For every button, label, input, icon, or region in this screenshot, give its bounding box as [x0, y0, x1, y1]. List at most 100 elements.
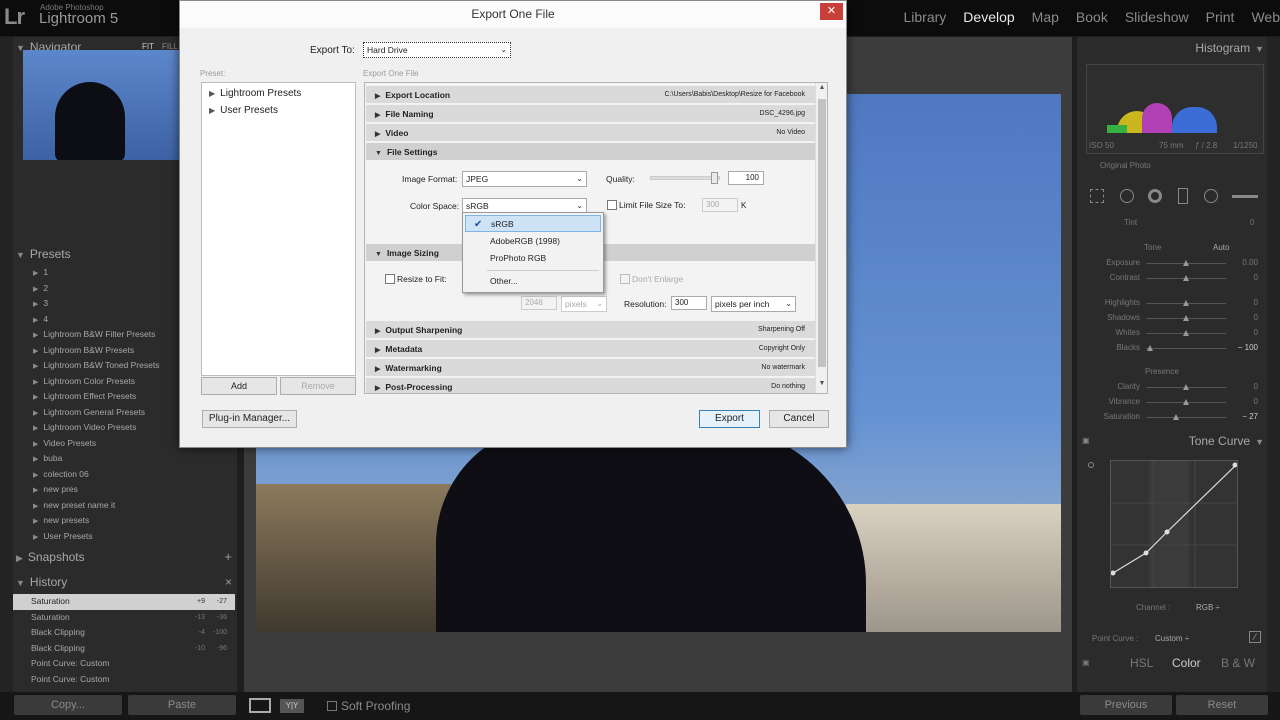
section-video[interactable]: ▶ Video No Video	[366, 124, 815, 142]
whites-slider[interactable]: Whites 0	[1088, 328, 1260, 340]
export-button[interactable]: Export	[699, 410, 760, 428]
radial-filter-icon[interactable]	[1204, 189, 1218, 203]
slider-knob[interactable]	[710, 172, 718, 184]
spot-removal-icon[interactable]	[1120, 189, 1134, 203]
clarity-slider[interactable]: Clarity 0	[1088, 382, 1260, 394]
slider-knob[interactable]	[1147, 345, 1153, 351]
curve-point[interactable]	[1143, 550, 1149, 556]
curve-point[interactable]	[1164, 529, 1170, 535]
slider-knob[interactable]	[1173, 414, 1179, 420]
compare-view-icon[interactable]: Y|Y	[280, 699, 304, 713]
module-slideshow[interactable]: Slideshow	[1125, 9, 1189, 25]
soft-proofing-checkbox[interactable]	[327, 701, 337, 711]
preset-folder[interactable]: ▶ new preset name it	[13, 498, 237, 514]
scroll-down-icon[interactable]: ▼	[816, 380, 828, 392]
clear-history-icon[interactable]: ×	[225, 571, 232, 593]
slider-knob[interactable]	[1183, 275, 1189, 281]
scroll-thumb[interactable]	[818, 99, 826, 367]
preset-folder[interactable]: ▶ new pres	[13, 482, 237, 498]
curve-edit-icon[interactable]: ⁄	[1249, 631, 1261, 643]
resolution-input[interactable]: 300	[671, 296, 707, 310]
tint-value[interactable]: 0	[1250, 218, 1254, 227]
history-item[interactable]: Point Curve: Custom	[13, 672, 235, 688]
previous-button[interactable]: Previous	[1080, 695, 1172, 715]
history-item[interactable]: Saturation -13 -36	[13, 610, 235, 626]
module-print[interactable]: Print	[1206, 9, 1235, 25]
slider-knob[interactable]	[1183, 300, 1189, 306]
vibrance-slider[interactable]: Vibrance 0	[1088, 397, 1260, 409]
slider-knob[interactable]	[1183, 399, 1189, 405]
red-eye-icon[interactable]	[1148, 189, 1162, 203]
export-to-select[interactable]: Hard Drive ⌄	[363, 42, 511, 58]
contrast-slider[interactable]: Contrast 0	[1088, 273, 1260, 285]
panel-switch-icon[interactable]: ▣	[1082, 658, 1090, 667]
tab-color[interactable]: Color	[1172, 656, 1201, 670]
adjustment-brush-icon[interactable]	[1232, 195, 1258, 198]
histogram-header[interactable]: Histogram ▼	[1180, 37, 1264, 59]
cancel-button[interactable]: Cancel	[769, 410, 829, 428]
menu-item-prophoto[interactable]: ProPhoto RGB	[465, 250, 601, 267]
quality-input[interactable]: 100	[728, 171, 764, 185]
close-icon[interactable]: ✕	[820, 3, 843, 20]
image-format-select[interactable]: JPEG ⌄	[462, 171, 587, 187]
tab-hsl[interactable]: HSL	[1130, 656, 1153, 670]
module-web[interactable]: Web	[1251, 9, 1280, 25]
target-adjust-icon[interactable]	[1088, 462, 1094, 468]
resolution-unit-select[interactable]: pixels per inch ⌄	[711, 296, 796, 312]
history-header[interactable]: ▼ History ×	[16, 571, 236, 593]
menu-item-other[interactable]: Other...	[465, 273, 601, 290]
blacks-slider[interactable]: Blacks − 100	[1088, 343, 1260, 355]
paste-button[interactable]: Paste	[128, 695, 236, 715]
history-item[interactable]: Point Curve: Custom	[13, 656, 235, 672]
reset-button[interactable]: Reset	[1176, 695, 1268, 715]
preset-folder[interactable]: ▶ buba	[13, 451, 237, 467]
channel-select[interactable]: RGB ÷	[1196, 603, 1220, 612]
copy-button[interactable]: Copy...	[14, 695, 122, 715]
long-edge-input[interactable]: 2048	[521, 296, 557, 310]
module-develop[interactable]: Develop	[963, 9, 1014, 25]
saturation-slider[interactable]: Saturation − 27	[1088, 412, 1260, 424]
add-preset-button[interactable]: Add	[201, 377, 277, 395]
section-post-processing[interactable]: ▶ Post-Processing Do nothing	[366, 378, 815, 393]
slider-knob[interactable]	[1183, 384, 1189, 390]
module-book[interactable]: Book	[1076, 9, 1108, 25]
tone-curve-graph[interactable]	[1110, 460, 1238, 588]
add-snapshot-icon[interactable]: +	[224, 546, 232, 568]
loupe-view-icon[interactable]	[249, 698, 271, 713]
size-unit-select[interactable]: pixels ⌄	[561, 296, 607, 312]
crop-icon[interactable]	[1090, 189, 1104, 203]
history-item[interactable]: Black Clipping -10 -96	[13, 641, 235, 657]
history-item[interactable]: Black Clipping -4 -100	[13, 625, 235, 641]
plugin-manager-button[interactable]: Plug-in Manager...	[202, 410, 297, 428]
dont-enlarge-checkbox[interactable]	[620, 274, 630, 284]
settings-scrollbar[interactable]: ▲ ▼	[815, 83, 827, 393]
point-curve-select[interactable]: Custom ÷	[1155, 634, 1189, 643]
resize-to-fit-checkbox[interactable]	[385, 274, 395, 284]
scroll-up-icon[interactable]: ▲	[816, 84, 828, 96]
highlights-slider[interactable]: Highlights 0	[1088, 298, 1260, 310]
exposure-slider[interactable]: Exposure 0.00	[1088, 258, 1260, 270]
panel-switch-icon[interactable]: ▣	[1082, 430, 1090, 452]
section-metadata[interactable]: ▶ Metadata Copyright Only	[366, 340, 815, 358]
curve-point[interactable]	[1232, 462, 1238, 468]
history-item[interactable]: Saturation +9 -27	[13, 594, 235, 610]
graduated-filter-icon[interactable]	[1178, 188, 1188, 204]
section-file-settings[interactable]: ▼ File Settings	[366, 143, 815, 161]
original-photo-label[interactable]: Original Photo	[1100, 161, 1151, 170]
slider-knob[interactable]	[1183, 260, 1189, 266]
navigator-preview[interactable]	[23, 50, 179, 160]
shadows-slider[interactable]: Shadows 0	[1088, 313, 1260, 325]
slider-knob[interactable]	[1183, 315, 1189, 321]
limit-file-size-input[interactable]: 300	[702, 198, 738, 212]
remove-preset-button[interactable]: Remove	[280, 377, 356, 395]
section-watermarking[interactable]: ▶ Watermarking No watermark	[366, 359, 815, 377]
tone-auto-button[interactable]: Auto	[1213, 243, 1229, 252]
snapshots-header[interactable]: ▶ Snapshots +	[16, 546, 236, 568]
menu-item-srgb[interactable]: ✔ sRGB	[465, 215, 601, 232]
preset-tree-item[interactable]: ▶ Lightroom Presets	[209, 88, 301, 99]
module-library[interactable]: Library	[904, 9, 947, 25]
tone-curve-header[interactable]: ▣ Tone Curve ▼	[1080, 430, 1266, 452]
preset-tree-item[interactable]: ▶ User Presets	[209, 105, 278, 116]
module-map[interactable]: Map	[1032, 9, 1059, 25]
quality-slider[interactable]	[650, 172, 720, 184]
